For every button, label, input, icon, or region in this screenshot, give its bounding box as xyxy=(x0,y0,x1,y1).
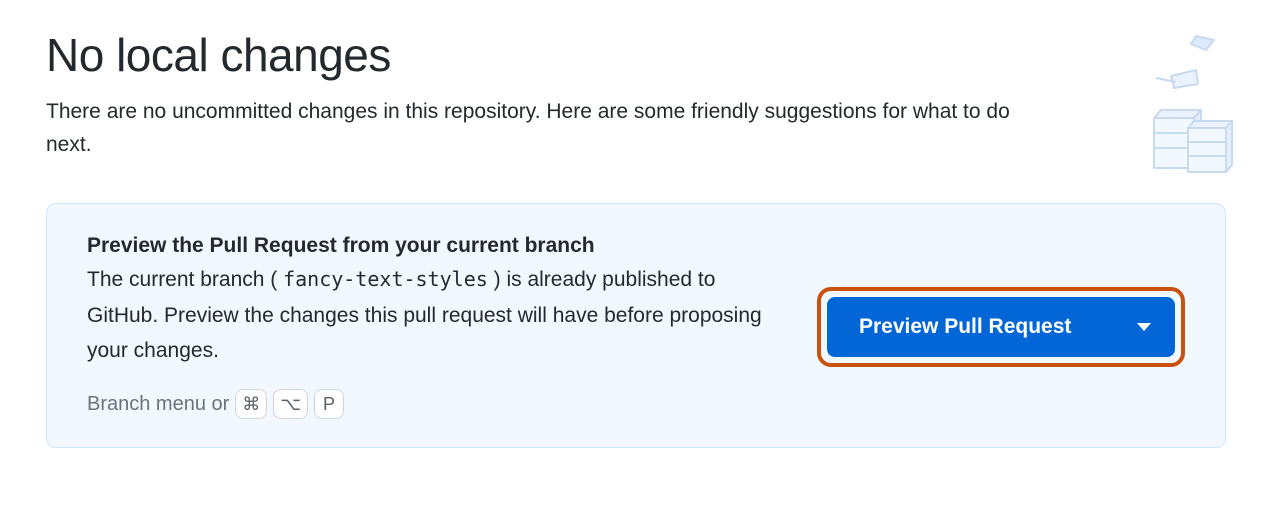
suggestion-title: Preview the Pull Request from your curre… xyxy=(87,234,787,258)
page-title: No local changes xyxy=(46,28,1226,82)
suggestion-card: Preview the Pull Request from your curre… xyxy=(46,203,1226,448)
kbd-option-icon: ⌥ xyxy=(273,389,308,419)
suggestion-description: The current branch ( fancy-text-styles )… xyxy=(87,262,787,369)
preview-pull-request-button[interactable]: Preview Pull Request xyxy=(827,297,1175,357)
hint-label: Branch menu or xyxy=(87,393,229,416)
branch-name: fancy-text-styles xyxy=(283,267,488,291)
desc-prefix: The current branch ( xyxy=(87,268,283,291)
button-highlight: Preview Pull Request xyxy=(817,287,1185,367)
header-area: No local changes There are no uncommitte… xyxy=(46,28,1226,161)
card-text: Preview the Pull Request from your curre… xyxy=(87,234,787,419)
kbd-command-icon: ⌘ xyxy=(235,389,267,419)
papers-illustration xyxy=(1076,28,1236,178)
button-label: Preview Pull Request xyxy=(859,315,1071,339)
page-subtitle: There are no uncommitted changes in this… xyxy=(46,96,1056,161)
shortcut-hint: Branch menu or ⌘ ⌥ P xyxy=(87,389,787,419)
caret-down-icon xyxy=(1137,323,1151,331)
kbd-p: P xyxy=(314,389,344,419)
